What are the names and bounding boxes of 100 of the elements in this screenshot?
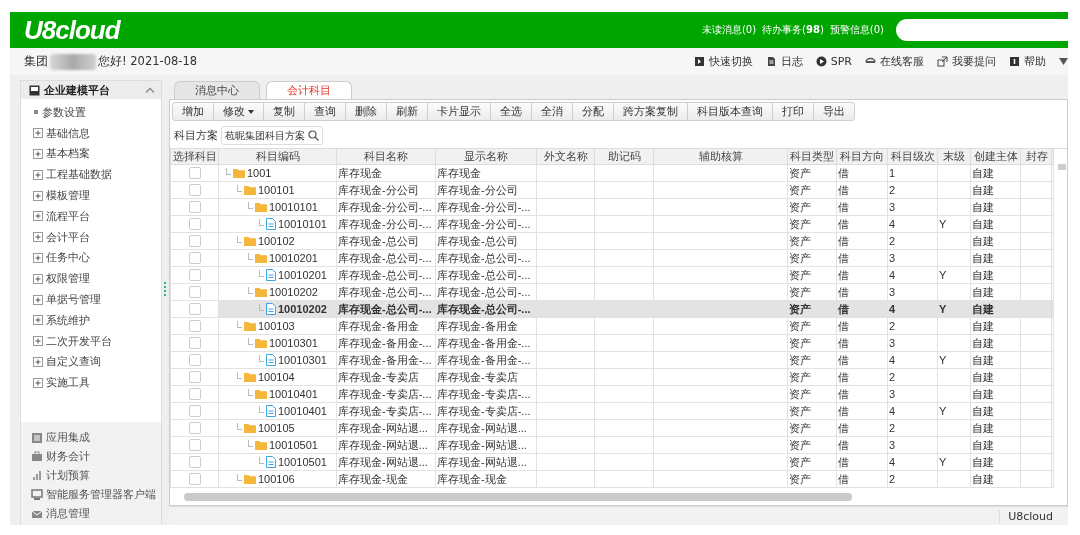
table-cell: 库存现金-总公司 [338, 234, 419, 247]
sidebar-item[interactable]: 基本档案 [46, 146, 90, 162]
tab[interactable]: 消息中心 [174, 81, 260, 99]
checkbox[interactable] [188, 371, 201, 383]
toolbar-button[interactable]: 查询 [304, 102, 346, 121]
caret-icon[interactable] [248, 109, 254, 114]
sidebar-item[interactable]: 工程基础数据 [46, 167, 112, 183]
table-cell: 资产 [789, 200, 811, 213]
module-item[interactable]: 财务会计 [46, 449, 90, 464]
sidebar-item[interactable]: 实施工具 [46, 375, 90, 391]
toolbar-link[interactable]: 日志 [780, 54, 803, 69]
checkbox[interactable] [188, 405, 201, 417]
expand-icon[interactable] [33, 315, 43, 326]
checkbox[interactable] [188, 252, 201, 264]
sidebar-item[interactable]: 二次开发平台 [46, 333, 112, 349]
checkbox[interactable] [188, 184, 201, 196]
expand-icon[interactable] [33, 273, 43, 284]
checkbox[interactable] [188, 456, 201, 468]
tree-line [248, 388, 253, 396]
sidebar-item[interactable]: 单据号管理 [46, 292, 101, 308]
checkbox[interactable] [188, 422, 201, 434]
expand-icon[interactable] [33, 294, 43, 305]
sidebar-item[interactable]: 基础信息 [46, 125, 90, 141]
sidebar-header[interactable]: 企业建模平台 [21, 81, 161, 99]
expand-icon[interactable] [33, 252, 43, 263]
dropdown-caret-icon[interactable] [1059, 58, 1068, 65]
splitter-handle[interactable] [164, 282, 166, 296]
toolbar-button[interactable]: 分配 [572, 102, 614, 121]
toolbar-button[interactable]: 增加 [172, 102, 214, 121]
toolbar-button[interactable]: 全消 [531, 102, 573, 121]
table-cell: 库存现金-网站退... [338, 455, 428, 468]
checkbox[interactable] [188, 218, 201, 230]
search-icon[interactable] [308, 130, 319, 141]
expand-icon[interactable] [33, 128, 43, 139]
toolbar-button[interactable]: 刷新 [386, 102, 428, 121]
chevron-up-icon[interactable] [145, 87, 155, 93]
expand-icon[interactable] [33, 336, 43, 347]
sidebar-item[interactable]: 会计平台 [46, 229, 90, 245]
checkbox[interactable] [188, 439, 201, 451]
checkbox[interactable] [188, 201, 201, 213]
table-cell: 库存现金-专卖店-... [437, 387, 531, 400]
expand-icon[interactable] [33, 232, 43, 243]
toolbar-button[interactable]: 删除 [345, 102, 387, 121]
scrollbar-thumb[interactable] [184, 493, 852, 501]
checkbox[interactable] [188, 320, 201, 332]
expand-icon[interactable] [33, 190, 43, 201]
scrollbar-thumb[interactable] [1058, 164, 1066, 170]
toolbar-link[interactable]: SPR [830, 55, 852, 68]
toolbar-link[interactable]: 我要提问 [952, 54, 996, 69]
search-field[interactable] [896, 19, 1068, 41]
table-cell: 自建 [972, 421, 994, 434]
toolbar-button[interactable]: 修改 [213, 102, 264, 121]
table-cell: 借 [838, 455, 849, 468]
account-code: 10010201 [269, 252, 318, 264]
checkbox[interactable] [188, 167, 201, 179]
toolbar-button[interactable]: 打印 [772, 102, 814, 121]
checkbox[interactable] [188, 473, 201, 485]
column-header: 科目编码 [255, 149, 300, 164]
toolbar-button[interactable]: 导出 [813, 102, 855, 121]
checkbox[interactable] [188, 269, 201, 281]
sidebar-item[interactable]: 系统维护 [46, 312, 90, 328]
table-cell: 自建 [972, 319, 994, 332]
expand-icon[interactable] [33, 169, 43, 180]
expand-icon[interactable] [33, 149, 43, 159]
checkbox[interactable] [188, 337, 201, 349]
checkbox[interactable] [188, 235, 201, 247]
sidebar-item[interactable]: 自定义查询 [46, 354, 101, 370]
checkbox[interactable] [188, 303, 201, 315]
toolbar-button[interactable]: 卡片显示 [427, 102, 491, 121]
expand-icon[interactable] [33, 211, 43, 222]
module-item[interactable]: 应用集成 [46, 430, 90, 445]
toolbar-button[interactable]: 跨方案复制 [613, 102, 688, 121]
module-item[interactable]: 消息管理 [46, 506, 90, 521]
table-cell: 库存现金-总公司-... [437, 302, 531, 315]
tree-line [226, 167, 231, 175]
book-icon [1009, 56, 1020, 67]
checkbox[interactable] [188, 388, 201, 400]
sidebar-item[interactable]: 任务中心 [46, 250, 90, 266]
module-item[interactable]: 计划预算 [46, 468, 90, 483]
checkbox[interactable] [188, 354, 201, 366]
toolbar-button[interactable]: 科目版本查询 [687, 102, 773, 121]
table-cell: 自建 [972, 251, 994, 264]
expand-icon[interactable] [33, 356, 43, 367]
sidebar-item[interactable]: 权限管理 [46, 271, 90, 287]
sidebar-item[interactable]: 参数设置 [42, 104, 86, 120]
table-cell: 2 [889, 235, 896, 247]
sidebar-item[interactable]: 模板管理 [46, 188, 90, 204]
toolbar-link[interactable]: 在线客服 [880, 54, 924, 69]
tab[interactable]: 会计科目 [266, 81, 352, 99]
toolbar-link[interactable]: 帮助 [1024, 54, 1046, 69]
toolbar-button[interactable]: 复制 [263, 102, 305, 121]
toolbar-button[interactable]: 全选 [490, 102, 532, 121]
module-item[interactable]: 智能服务管理器客户端 [46, 487, 156, 502]
tree-line [259, 405, 264, 413]
toolbar-link[interactable]: 快速切换 [708, 54, 753, 69]
sidebar-item[interactable]: 流程平台 [46, 208, 90, 224]
table-cell: 借 [838, 387, 849, 400]
scheme-field[interactable]: 苞昵集团科目方案 [221, 126, 323, 145]
checkbox[interactable] [188, 286, 201, 298]
expand-icon[interactable] [33, 377, 43, 388]
